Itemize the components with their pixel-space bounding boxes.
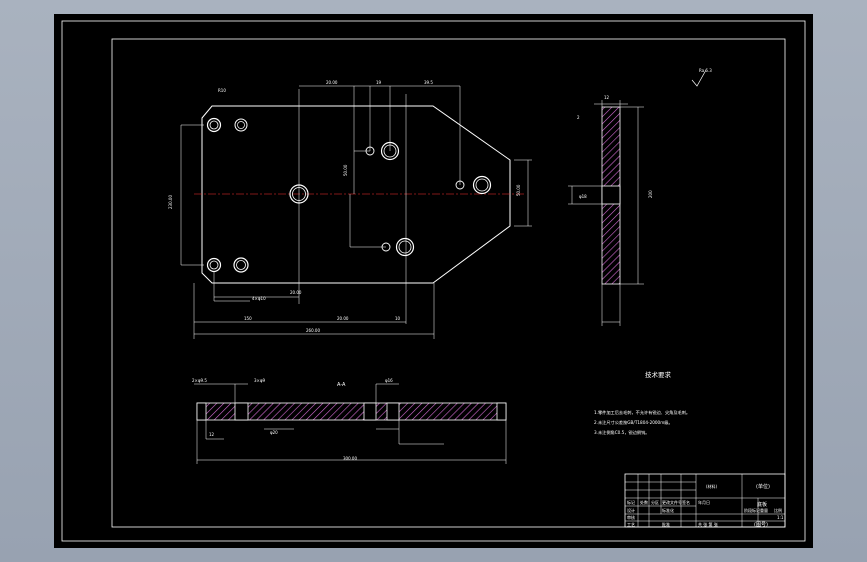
dim-top-r: R10 xyxy=(218,88,226,93)
dim-bot-c: 10 xyxy=(395,316,401,321)
tb-standard: 标准化 xyxy=(662,507,674,513)
dim-top-a: 20.00 xyxy=(326,80,338,85)
dim-sec-d: φ16 xyxy=(385,378,393,383)
title-block: 标记 处数 分区 更改文件号 签名 年月日 设计 标准化 审核 工艺 批准 (材… xyxy=(624,473,786,528)
dim-bot-a: 150 xyxy=(244,316,252,321)
tech-req-title: 技术要求 xyxy=(645,370,672,379)
dim-bot-small: 4×φ10 xyxy=(252,296,266,301)
dim-vert-mid: 50.00 xyxy=(343,164,348,176)
tb-date: 年月日 xyxy=(698,499,710,505)
tb-zone: 分区 xyxy=(651,499,659,505)
plate-top-view: R10 20.00 19 39.5 230.00 50.00 50.00 4×φ… xyxy=(168,80,532,339)
outer-frame xyxy=(61,20,806,542)
dim-bot-total: 260.00 xyxy=(306,328,320,333)
tb-part-name: 底板 xyxy=(757,501,767,508)
dim-top-c: 39.5 xyxy=(424,80,433,85)
tb-sign: 签名 xyxy=(682,499,690,505)
drawing-viewport[interactable]: R10 20.00 19 39.5 230.00 50.00 50.00 4×φ… xyxy=(54,14,813,548)
dim-sec-b: 3×φ9 xyxy=(254,378,266,383)
tb-process: 工艺 xyxy=(627,522,635,527)
section-label: A-A xyxy=(337,382,346,388)
tb-approve: 批准 xyxy=(662,521,670,527)
dim-bot-b: 20.00 xyxy=(337,316,349,321)
dim-top-b: 19 xyxy=(376,80,382,85)
dim-sec-e: φ20 xyxy=(270,430,278,435)
dim-side-hole: φ18 xyxy=(579,194,587,199)
tb-ratio: 比例 xyxy=(774,507,782,513)
tech-req-item-3: 3.未注倒角C0.5，锐边倒钝。 xyxy=(594,429,649,436)
surface-finish-symbol: Ra 6.3 xyxy=(691,68,712,87)
tb-count: 处数 xyxy=(640,499,648,505)
dim-sec-a: 2×φ9.5 xyxy=(192,378,207,383)
tech-requirements: 技术要求 1.零件加工后去毛刺，不允许有锐边、尖角及毛刺。 2.未注尺寸公差按G… xyxy=(594,370,690,436)
tb-sheet: 共 张 第 张 xyxy=(698,521,718,527)
dim-sec-total: 300.00 xyxy=(343,456,357,461)
dim-side-h: 200 xyxy=(648,190,653,198)
tb-mark: 标记 xyxy=(627,499,635,505)
tb-change: 更改文件号 xyxy=(662,499,682,505)
dim-sec-f: 12 xyxy=(209,432,215,437)
tb-design: 设计 xyxy=(627,507,635,513)
tech-req-item-1: 1.零件加工后去毛刺，不允许有锐边、尖角及毛刺。 xyxy=(594,409,690,416)
tb-review: 审核 xyxy=(627,514,635,520)
dim-vert-left: 230.00 xyxy=(168,195,173,209)
cad-drawing: R10 20.00 19 39.5 230.00 50.00 50.00 4×φ… xyxy=(61,20,806,542)
dim-side-c: 2 xyxy=(577,115,580,120)
tech-req-item-2: 2.未注尺寸公差按GB/T1804-2000m级。 xyxy=(594,419,673,426)
tb-drawing-no: (图号) xyxy=(754,522,768,528)
dim-bot-d: 20.00 xyxy=(290,290,302,295)
tb-scale: 1:1 xyxy=(777,515,784,520)
dim-side-w: 12 xyxy=(604,95,610,100)
surface-finish-value: Ra 6.3 xyxy=(699,68,712,73)
plate-side-view: 12 200 φ18 2 xyxy=(568,95,653,326)
dim-right-h: 50.00 xyxy=(516,184,521,196)
section-view: 2×φ9.5 3×φ9 A-A φ16 φ20 300.00 12 xyxy=(192,378,507,464)
tb-material: (材料) xyxy=(706,483,718,489)
tb-unit: (单位) xyxy=(756,483,770,490)
